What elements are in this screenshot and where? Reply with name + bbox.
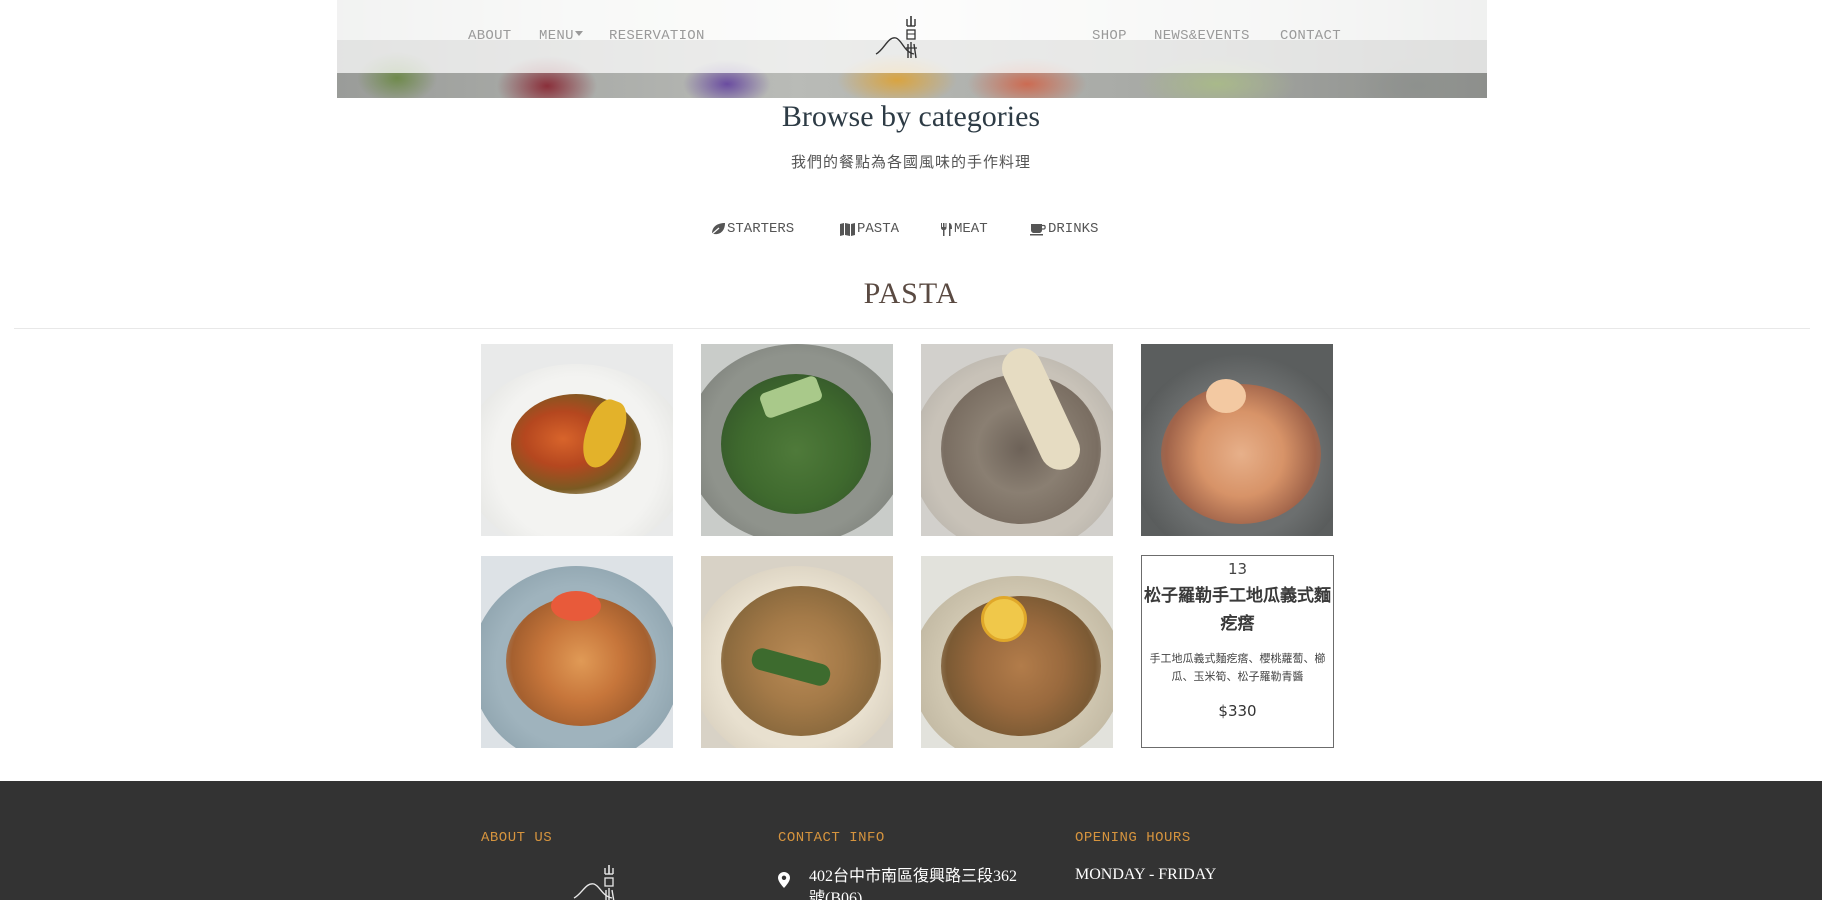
footer-about-heading: ABOUT US: [481, 830, 553, 846]
chevron-down-icon: [574, 31, 583, 36]
divider: [14, 328, 1810, 329]
section-subtitle: 我們的餐點為各國風味的手作料理: [790, 153, 1031, 171]
map-icon: [840, 222, 855, 236]
nav-menu[interactable]: MENU: [539, 28, 583, 44]
category-pasta[interactable]: PASTA: [839, 221, 899, 237]
dish-card[interactable]: [701, 344, 893, 536]
footer-logo[interactable]: [572, 862, 620, 900]
dish-card[interactable]: [921, 344, 1113, 536]
footer-hours: MONDAY - FRIDAY: [1075, 866, 1217, 883]
dish-garnish: [551, 591, 601, 621]
coffee-cup-icon: [1030, 224, 1046, 236]
nav-shop[interactable]: SHOP: [1092, 28, 1127, 44]
nav-news-events[interactable]: NEWS&EVENTS: [1154, 28, 1250, 44]
dish-card[interactable]: [701, 556, 893, 748]
nav-reservation[interactable]: RESERVATION: [609, 28, 705, 44]
category-meat[interactable]: MEAT: [940, 221, 988, 237]
footer-address: 402台中市南區復興路三段362號(B06): [809, 868, 1018, 900]
utensils-icon: [941, 222, 952, 236]
dish-card[interactable]: [481, 344, 673, 536]
dish-garnish: [981, 596, 1027, 642]
dish-number: 13: [1227, 560, 1248, 578]
dish-card[interactable]: [1141, 344, 1333, 536]
dish-garnish: [1206, 379, 1246, 413]
category-label: STARTERS: [727, 221, 795, 237]
category-starters[interactable]: STARTERS: [710, 221, 794, 237]
footer-contact-heading: CONTACT INFO: [778, 830, 885, 846]
dish-name: 松子羅勒手工地瓜義式麵疙瘩: [1144, 586, 1331, 634]
category-drinks[interactable]: DRINKS: [1030, 221, 1098, 237]
nav-about[interactable]: ABOUT: [468, 28, 512, 44]
logo[interactable]: [874, 10, 922, 62]
dish-card[interactable]: [481, 556, 673, 748]
nav-contact[interactable]: CONTACT: [1280, 28, 1341, 44]
location-pin-icon: [778, 872, 790, 888]
category-label: PASTA: [857, 221, 900, 237]
top-navigation: ABOUT MENU RESERVATION SHOP NEWS&EVENTS …: [337, 0, 1487, 73]
leaf-icon: [710, 223, 725, 236]
nav-menu-label: MENU: [539, 28, 574, 44]
footer-hours-heading: OPENING HOURS: [1075, 830, 1191, 846]
category-label: MEAT: [954, 221, 988, 237]
category-label: DRINKS: [1048, 221, 1099, 237]
hero-banner: ABOUT MENU RESERVATION SHOP NEWS&EVENTS …: [337, 0, 1487, 98]
category-heading: PASTA: [863, 277, 959, 310]
dish-price: $330: [1218, 702, 1257, 720]
dish-description: 手工地瓜義式麵疙瘩、櫻桃蘿蔔、櫛瓜、玉米筍、松子羅勒青醬: [1149, 652, 1326, 683]
dish-card[interactable]: [921, 556, 1113, 748]
section-title: Browse by categories: [781, 100, 1041, 133]
dish-detail-card[interactable]: 13 松子羅勒手工地瓜義式麵疙瘩 手工地瓜義式麵疙瘩、櫻桃蘿蔔、櫛瓜、玉米筍、松…: [1141, 555, 1334, 748]
